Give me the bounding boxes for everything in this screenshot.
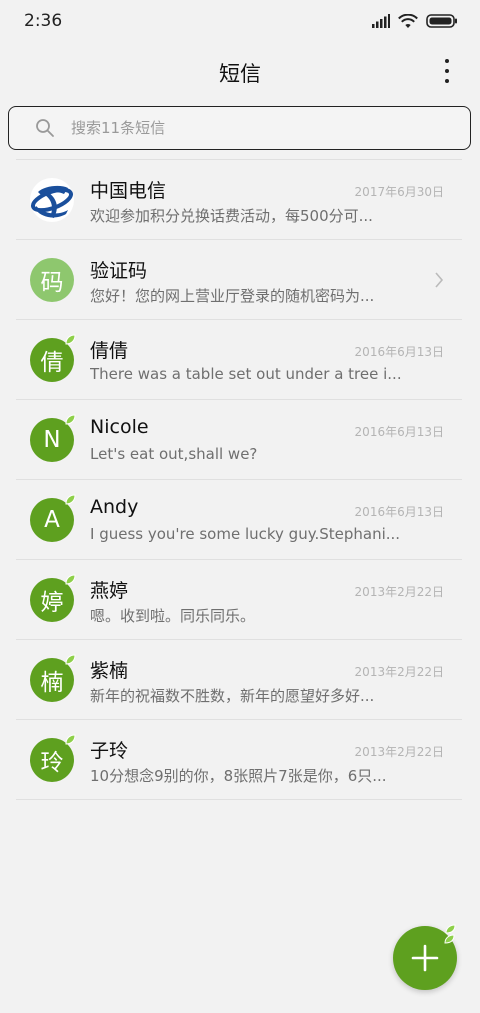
message-date: 2013年2月22日 bbox=[354, 585, 444, 599]
message-preview: 嗯。收到啦。同乐同乐。 bbox=[90, 607, 256, 625]
avatar: 楠 bbox=[30, 654, 76, 702]
app-header: 短信 bbox=[0, 42, 480, 100]
avatar bbox=[30, 178, 74, 222]
signal-icon bbox=[372, 14, 390, 28]
message-preview: I guess you're some lucky guy.Stephani..… bbox=[90, 525, 401, 543]
more-dot-icon bbox=[445, 79, 449, 83]
avatar: A bbox=[30, 494, 76, 542]
avatar: 倩 bbox=[30, 334, 76, 382]
conversation-item[interactable]: A Andy 2016年6月13日 I guess you're some lu… bbox=[16, 480, 462, 560]
leaf-icon bbox=[65, 414, 76, 425]
contact-name: 中国电信 bbox=[90, 180, 167, 202]
conversation-item[interactable]: 码 验证码 您好！您的网上营业厅登录的随机密码为... bbox=[16, 240, 462, 320]
contact-name: Nicole bbox=[90, 416, 149, 438]
leaf-icon bbox=[65, 574, 76, 585]
contact-name: Andy bbox=[90, 496, 139, 518]
contact-name: 燕婷 bbox=[90, 580, 129, 602]
status-icons bbox=[372, 12, 458, 30]
leaf-icon bbox=[65, 334, 76, 345]
new-message-button[interactable] bbox=[393, 924, 457, 990]
contact-name: 子玲 bbox=[90, 740, 129, 762]
conversation-item[interactable]: N Nicole 2016年6月13日 Let's eat out,shall … bbox=[16, 400, 462, 480]
conversation-item[interactable]: 中国电信 2017年6月30日 欢迎参加积分兑换话费活动，每500分可... bbox=[16, 160, 462, 240]
plus-icon bbox=[411, 944, 439, 972]
avatar-initial: N bbox=[43, 427, 61, 453]
message-preview: There was a table set out under a tree i… bbox=[90, 365, 402, 383]
message-preview: 欢迎参加积分兑换话费活动，每500分可... bbox=[90, 207, 373, 225]
contact-name: 验证码 bbox=[90, 260, 148, 282]
avatar-initial: 楠 bbox=[40, 670, 64, 696]
message-date: 2016年6月13日 bbox=[354, 505, 444, 519]
contact-name: 紫楠 bbox=[90, 660, 129, 682]
more-dot-icon bbox=[445, 59, 449, 63]
search-box[interactable] bbox=[8, 106, 471, 150]
message-date: 2013年2月22日 bbox=[354, 665, 444, 679]
avatar-initial: A bbox=[44, 507, 60, 533]
avatar-initial: 玲 bbox=[40, 750, 64, 776]
conversation-list: 中国电信 2017年6月30日 欢迎参加积分兑换话费活动，每500分可... 码… bbox=[16, 159, 462, 800]
avatar-initial: 倩 bbox=[40, 350, 64, 376]
message-date: 2016年6月13日 bbox=[354, 425, 444, 439]
message-date: 2017年6月30日 bbox=[354, 185, 444, 199]
conversation-item[interactable]: 倩 倩倩 2016年6月13日 There was a table set ou… bbox=[16, 320, 462, 400]
conversation-item[interactable]: 楠 紫楠 2013年2月22日 新年的祝福数不胜数，新年的愿望好多好... bbox=[16, 640, 462, 720]
avatar-initial: 码 bbox=[40, 270, 64, 296]
search-input[interactable] bbox=[71, 116, 451, 140]
more-dot-icon bbox=[445, 69, 449, 73]
china-telecom-logo-icon bbox=[31, 185, 73, 218]
status-bar: 2:36 bbox=[0, 0, 480, 42]
search-icon bbox=[36, 119, 54, 137]
message-preview: 您好！您的网上营业厅登录的随机密码为... bbox=[90, 287, 375, 305]
avatar: N bbox=[30, 414, 76, 462]
message-preview: Let's eat out,shall we? bbox=[90, 445, 258, 463]
avatar: 婷 bbox=[30, 574, 76, 622]
leaf-icon bbox=[65, 494, 76, 505]
more-options-button[interactable] bbox=[440, 56, 454, 86]
message-preview: 10分想念9别的你，8张照片7张是你，6只... bbox=[90, 767, 387, 785]
avatar-initial: 婷 bbox=[40, 590, 64, 616]
avatar: 玲 bbox=[30, 734, 76, 782]
contact-name: 倩倩 bbox=[90, 340, 129, 362]
leaf-icon bbox=[444, 924, 456, 944]
avatar: 码 bbox=[30, 258, 74, 302]
wifi-icon bbox=[398, 13, 418, 28]
leaf-icon bbox=[65, 734, 76, 745]
message-preview: 新年的祝福数不胜数，新年的愿望好多好... bbox=[90, 687, 375, 705]
chevron-right-icon bbox=[435, 272, 444, 288]
leaf-icon bbox=[65, 654, 76, 665]
conversation-item[interactable]: 玲 子玲 2013年2月22日 10分想念9别的你，8张照片7张是你，6只... bbox=[16, 720, 462, 800]
message-date: 2013年2月22日 bbox=[354, 745, 444, 759]
conversation-item[interactable]: 婷 燕婷 2013年2月22日 嗯。收到啦。同乐同乐。 bbox=[16, 560, 462, 640]
page-title: 短信 bbox=[219, 62, 261, 86]
battery-icon bbox=[426, 14, 457, 28]
message-date: 2016年6月13日 bbox=[354, 345, 444, 359]
status-time: 2:36 bbox=[24, 11, 63, 31]
